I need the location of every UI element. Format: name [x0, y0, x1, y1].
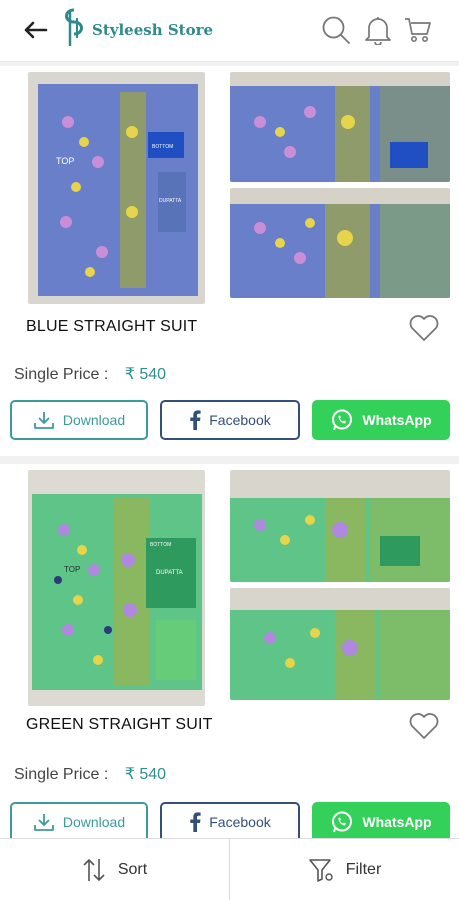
back-button[interactable]: [20, 17, 50, 43]
product-image-alt-1[interactable]: [230, 72, 450, 182]
share-buttons: Download Facebook WhatsApp: [10, 802, 450, 838]
store-logo[interactable]: Styleesh Store: [60, 8, 213, 48]
bottom-action-bar: Sort Filter: [0, 838, 459, 900]
download-label: Download: [62, 412, 126, 428]
product-feed[interactable]: TOP BOTTOM DUPATTA BLUE STRAIGHT SUIT Si…: [0, 62, 459, 838]
suit-photo-blue-main: TOP BOTTOM DUPATTA: [28, 72, 205, 304]
download-button[interactable]: Download: [10, 802, 148, 838]
product-image-main[interactable]: TOP BOTTOM DUPATTA: [28, 470, 205, 706]
suit-photo-green-main: TOP BOTTOM DUPATTA: [28, 470, 205, 706]
filter-button[interactable]: Filter: [230, 839, 459, 900]
facebook-label: Facebook: [209, 814, 271, 830]
price-label: Single Price :: [14, 366, 109, 383]
download-icon: [33, 410, 55, 430]
facebook-label: Facebook: [209, 412, 271, 428]
product-image-alt-2[interactable]: [230, 588, 450, 700]
whatsapp-share-button[interactable]: WhatsApp: [312, 400, 450, 440]
facebook-share-button[interactable]: Facebook: [160, 400, 300, 440]
share-buttons: Download Facebook WhatsApp: [10, 400, 450, 440]
suit-photo-green-alt-1: [230, 470, 450, 582]
whatsapp-label: WhatsApp: [362, 412, 432, 428]
facebook-icon: [189, 812, 201, 832]
suit-photo-blue-alt-2: [230, 188, 450, 298]
filter-label: Filter: [345, 861, 382, 878]
whatsapp-icon: [330, 408, 354, 432]
notifications-button[interactable]: [362, 14, 394, 46]
logo-mark-icon: [65, 8, 83, 46]
facebook-share-button[interactable]: Facebook: [160, 802, 300, 838]
label-bottom: BOTTOM: [150, 542, 171, 548]
heart-icon: [409, 713, 439, 739]
suit-photo-green-alt-2: [230, 588, 450, 700]
price-label: Single Price :: [14, 766, 109, 783]
app-header: Styleesh Store: [0, 0, 459, 62]
suit-photo-blue-alt-1: [230, 72, 450, 182]
cart-button[interactable]: [402, 14, 434, 46]
cart-icon: [405, 18, 431, 42]
facebook-icon: [189, 410, 201, 430]
whatsapp-share-button[interactable]: WhatsApp: [312, 802, 450, 838]
product-image-alt-2[interactable]: [230, 188, 450, 298]
product-title[interactable]: GREEN STRAIGHT SUIT: [26, 716, 213, 734]
heart-icon: [409, 315, 439, 341]
sort-label: Sort: [117, 861, 148, 878]
sort-icon: [82, 857, 106, 883]
download-button[interactable]: Download: [10, 400, 148, 440]
wishlist-button[interactable]: [409, 314, 439, 342]
whatsapp-label: WhatsApp: [362, 814, 432, 830]
price-value: ₹ 540: [124, 366, 167, 383]
product-card: TOP BOTTOM DUPATTA: [0, 464, 459, 838]
price-row: Single Price : ₹ 540: [14, 364, 166, 384]
download-label: Download: [62, 814, 126, 830]
label-dupatta: DUPATTA: [159, 198, 182, 204]
product-title[interactable]: BLUE STRAIGHT SUIT: [26, 318, 197, 336]
product-image-main[interactable]: TOP BOTTOM DUPATTA: [28, 72, 205, 304]
search-icon: [322, 16, 350, 44]
filter-icon: [308, 857, 334, 883]
bell-icon: [365, 17, 391, 45]
price-row: Single Price : ₹ 540: [14, 764, 166, 784]
whatsapp-icon: [330, 810, 354, 834]
sort-button[interactable]: Sort: [0, 839, 229, 900]
label-bottom: BOTTOM: [152, 144, 173, 150]
label-top: TOP: [64, 565, 80, 574]
wishlist-button[interactable]: [409, 712, 439, 740]
store-name: Styleesh Store: [92, 21, 214, 39]
search-button[interactable]: [320, 14, 352, 46]
product-card: TOP BOTTOM DUPATTA: [0, 66, 459, 456]
label-dupatta: DUPATTA: [156, 570, 183, 576]
product-image-alt-1[interactable]: [230, 470, 450, 582]
arrow-left-icon: [24, 21, 48, 39]
download-icon: [33, 812, 55, 832]
price-value: ₹ 540: [124, 766, 167, 783]
label-top: TOP: [56, 156, 74, 166]
